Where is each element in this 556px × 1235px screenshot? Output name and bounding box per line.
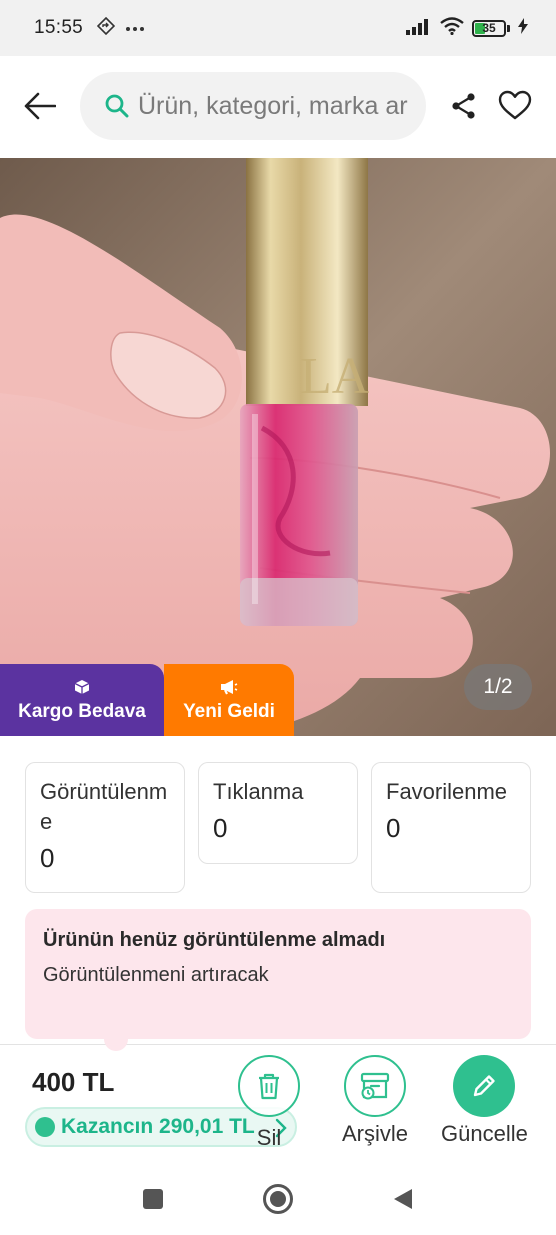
more-icon <box>125 19 145 37</box>
navigation-icon <box>96 16 116 40</box>
earnings-label: Kazancın 290,01 TL <box>61 1115 255 1138</box>
circle-icon <box>263 1184 293 1214</box>
price: 400 TL <box>32 1067 115 1097</box>
share-button[interactable] <box>446 88 482 124</box>
header <box>0 56 556 158</box>
battery-level: 35 <box>482 20 496 35</box>
home-button[interactable] <box>261 1182 295 1216</box>
square-icon <box>143 1189 163 1209</box>
recents-button[interactable] <box>136 1182 170 1216</box>
battery-icon: 35 <box>472 19 510 37</box>
stat-value: 0 <box>386 813 401 843</box>
coin-icon <box>35 1117 55 1137</box>
update-label: Güncelle <box>441 1121 528 1146</box>
notice-pointer <box>104 1039 128 1051</box>
trash-icon <box>259 1073 279 1100</box>
archive-icon <box>360 1072 390 1100</box>
screen: 15:55 35 Ürün, kategori, marka ara LA Ka… <box>0 0 556 1235</box>
status-time: 15:55 <box>34 17 84 38</box>
pencil-icon <box>474 1075 496 1097</box>
delete-button[interactable]: Sil <box>238 1055 300 1150</box>
yeni-geldi-badge: Yeni Geldi <box>164 664 294 736</box>
stat-value: 0 <box>213 813 228 843</box>
share-icon <box>452 93 475 119</box>
product-image[interactable]: LA Kargo Bedava Yeni Geldi 1/2 <box>0 158 556 736</box>
yeni-geldi-label: Yeni Geldi <box>183 701 275 722</box>
stat-card-views: Görüntülenme 0 <box>25 762 185 893</box>
notice-subtitle: Görüntülenmeni artıracak <box>43 964 269 986</box>
views-notice: Ürünün henüz görüntülenme almadı Görüntü… <box>25 909 531 1039</box>
search-icon <box>105 94 129 118</box>
back-arrow-icon <box>24 92 56 120</box>
update-button[interactable]: Güncelle <box>441 1055 528 1147</box>
signal-icon <box>406 17 432 40</box>
back-nav-button[interactable] <box>386 1182 420 1216</box>
bottom-action-bar: 400 TL Kazancın 290,01 TL Sil Arşivle Gü… <box>0 1039 556 1160</box>
stat-label: Favorilenme <box>386 779 508 804</box>
status-bar: 15:55 35 <box>0 0 556 56</box>
stat-card-clicks: Tıklanma 0 <box>198 762 358 864</box>
kargo-bedava-badge: Kargo Bedava <box>0 664 164 736</box>
box-icon <box>74 677 90 697</box>
stat-label: Tıklanma <box>213 779 304 804</box>
system-nav-bar <box>0 1160 556 1235</box>
svg-text:LA: LA <box>300 348 370 405</box>
delete-label: Sil <box>256 1125 282 1150</box>
kargo-bedava-label: Kargo Bedava <box>18 701 146 722</box>
megaphone-icon <box>220 677 238 697</box>
search-input[interactable] <box>138 91 408 121</box>
notice-title: Ürünün henüz görüntülenme almadı <box>43 929 386 951</box>
back-button[interactable] <box>20 86 60 126</box>
heart-icon <box>498 90 532 120</box>
search-bar[interactable] <box>80 72 426 140</box>
wifi-icon <box>440 16 464 40</box>
archive-label: Arşivle <box>342 1121 409 1146</box>
image-pager: 1/2 <box>464 664 532 710</box>
charging-icon <box>518 17 528 39</box>
stat-label: Görüntülenme <box>40 779 168 834</box>
stat-value: 0 <box>40 843 55 873</box>
product-photo: LA <box>0 158 556 736</box>
favorite-button[interactable] <box>496 86 534 124</box>
archive-button[interactable]: Arşivle <box>342 1055 408 1147</box>
stat-card-favorites: Favorilenme 0 <box>371 762 531 893</box>
triangle-back-icon <box>394 1189 412 1209</box>
